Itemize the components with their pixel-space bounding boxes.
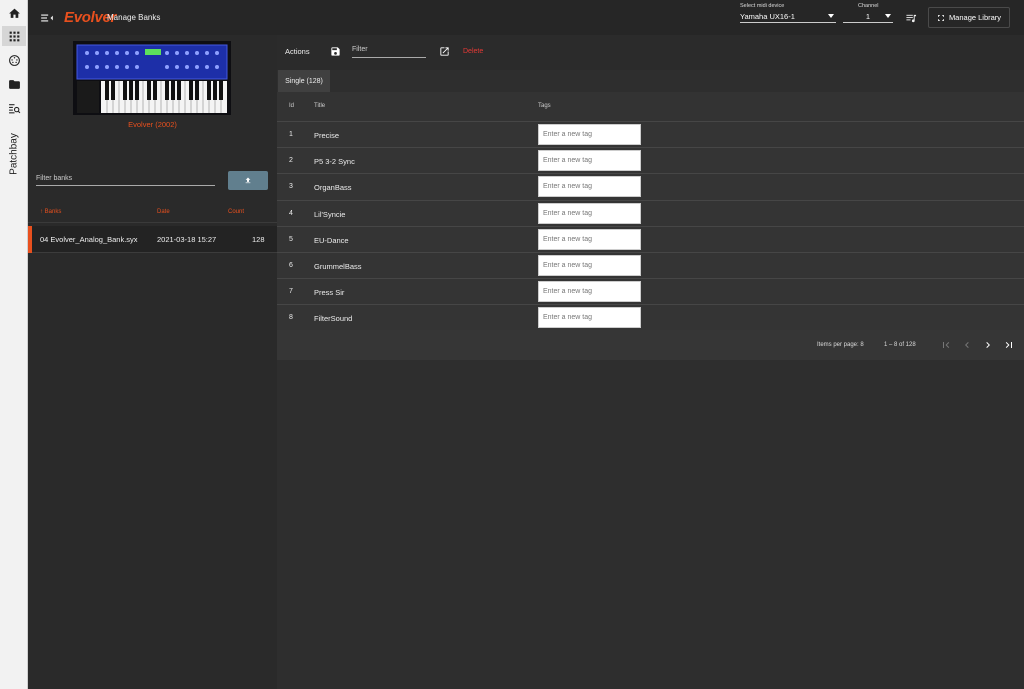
row-id: 1 <box>289 131 293 138</box>
dropdown-caret-icon <box>885 14 891 18</box>
selected-indicator <box>28 226 32 253</box>
menu-collapse-icon[interactable] <box>40 11 54 25</box>
row-title: OrganBass <box>314 183 352 193</box>
row-id: 8 <box>289 314 293 322</box>
banks-panel: Evolver (2002) Filter banks ↑ Banks Date… <box>28 35 277 689</box>
dropdown-caret-icon <box>828 14 834 18</box>
filter-banks-input[interactable]: Filter banks <box>36 172 215 186</box>
upload-icon <box>245 177 251 184</box>
upload-button[interactable] <box>228 171 268 190</box>
fullscreen-icon <box>937 14 944 21</box>
actions-bar: Actions Filter Delete <box>277 35 1024 70</box>
row-id: 5 <box>289 235 293 243</box>
row-id: 7 <box>289 288 293 296</box>
bank-date: 2021-03-18 15:27 <box>157 235 217 244</box>
save-icon[interactable] <box>330 46 341 57</box>
queue-music-icon[interactable] <box>905 13 917 24</box>
banks-table-header: ↑ Banks Date Count <box>28 203 277 223</box>
row-id: 3 <box>289 183 293 191</box>
channel-label: Channel <box>858 3 879 9</box>
synth-image <box>73 41 231 115</box>
date-column-header[interactable]: Date <box>157 209 170 215</box>
folder-icon[interactable] <box>2 74 26 94</box>
next-page-icon[interactable] <box>982 339 994 351</box>
row-title: GrummelBass <box>314 261 362 271</box>
top-bar: Evolver Manage Banks Select midi device … <box>28 0 1024 35</box>
row-id: 2 <box>289 157 293 165</box>
open-in-new-icon[interactable] <box>439 46 450 57</box>
paginator: Items per page: 8 1 – 8 of 128 <box>277 330 1024 360</box>
table-row[interactable]: 3 OrganBass Enter a new tag <box>277 174 1024 201</box>
tag-input[interactable]: Enter a new tag <box>538 202 641 224</box>
tag-input[interactable]: Enter a new tag <box>538 150 641 172</box>
row-title: Press Sir <box>314 288 345 298</box>
tag-input[interactable]: Enter a new tag <box>538 254 641 276</box>
tags-column-header: Tags <box>538 103 551 109</box>
tag-input[interactable]: Enter a new tag <box>538 281 641 303</box>
row-title: Precise <box>314 131 340 140</box>
bank-name: 04 Evolver_Analog_Bank.syx <box>40 235 138 244</box>
row-title: FilterSound <box>314 314 353 324</box>
row-title: EU-Dance <box>314 235 349 245</box>
tab-single[interactable]: Single (128) <box>278 70 330 92</box>
bank-row[interactable]: 04 Evolver_Analog_Bank.syx 2021-03-18 15… <box>28 226 277 253</box>
count-column-header[interactable]: Count <box>228 209 244 215</box>
channel-select[interactable]: 1 <box>843 10 893 23</box>
synth-caption: Evolver (2002) <box>128 120 177 129</box>
patchbay-tab[interactable]: Patchbay <box>7 132 21 176</box>
row-id: 6 <box>289 261 293 269</box>
items-per-page[interactable]: Items per page: 8 <box>817 342 864 348</box>
id-column-header: Id <box>289 103 295 109</box>
table-row[interactable]: 2 P5 3-2 Sync Enter a new tag <box>277 148 1024 175</box>
actions-label: Actions <box>285 47 310 56</box>
nav-rail: Patchbay <box>0 0 28 689</box>
row-id: 4 <box>289 209 293 217</box>
page-title: Manage Banks <box>107 13 161 22</box>
tag-input[interactable]: Enter a new tag <box>538 307 641 329</box>
apps-icon[interactable] <box>2 26 26 46</box>
table-header: Id Title Tags <box>277 92 1024 122</box>
tag-input[interactable]: Enter a new tag <box>538 124 641 145</box>
title-column-header: Title <box>314 103 326 109</box>
prev-page-icon[interactable] <box>961 339 973 351</box>
home-icon[interactable] <box>2 3 26 23</box>
table-row[interactable]: 4 Lil'Syncie Enter a new tag <box>277 200 1024 227</box>
last-page-icon[interactable] <box>1003 339 1015 351</box>
midi-device-select[interactable]: Yamaha UX16-1 <box>740 10 836 23</box>
delete-button[interactable]: Delete <box>463 48 483 55</box>
filter-input[interactable]: Filter <box>352 44 426 58</box>
banks-column-header[interactable]: ↑ Banks <box>40 209 61 215</box>
first-page-icon[interactable] <box>940 339 952 351</box>
table-row[interactable]: 7 Press Sir Enter a new tag <box>277 279 1024 306</box>
table-row[interactable]: 6 GrummelBass Enter a new tag <box>277 252 1024 280</box>
manage-library-button[interactable]: Manage Library <box>928 7 1010 28</box>
row-title: P5 3-2 Sync <box>314 157 355 167</box>
table-row[interactable]: 1 Precise Enter a new tag <box>277 122 1024 149</box>
midi-port-icon[interactable] <box>2 50 26 70</box>
tag-input[interactable]: Enter a new tag <box>538 176 641 198</box>
table-row[interactable]: 8 FilterSound Enter a new tag <box>277 305 1024 332</box>
midi-device-label: Select midi device <box>740 3 785 9</box>
search-list-icon[interactable] <box>2 98 26 118</box>
tag-input[interactable]: Enter a new tag <box>538 228 641 250</box>
row-title: Lil'Syncie <box>314 209 346 219</box>
page-range: 1 – 8 of 128 <box>884 342 916 348</box>
bank-count: 128 <box>252 235 265 244</box>
table-row[interactable]: 5 EU-Dance Enter a new tag <box>277 226 1024 253</box>
patches-table: Id Title Tags 1 Precise Enter a new tag … <box>277 92 1024 332</box>
patches-panel: Actions Filter Delete Single (128) Id Ti… <box>277 35 1024 689</box>
